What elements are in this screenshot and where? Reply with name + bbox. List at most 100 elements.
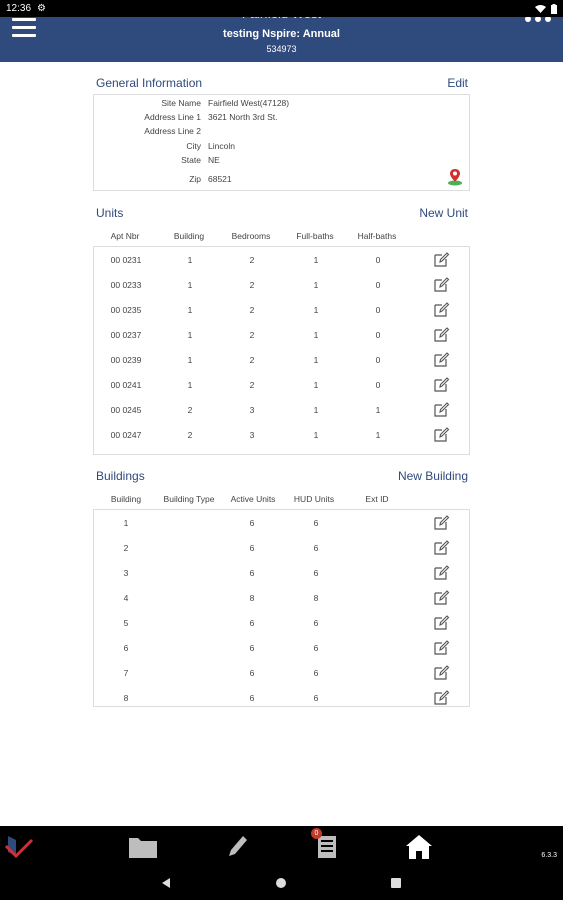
unit-cell: 2	[249, 305, 255, 315]
edit-building-icon[interactable]	[433, 564, 450, 581]
edit-building-icon[interactable]	[433, 589, 450, 606]
home-nav-icon[interactable]	[275, 877, 287, 889]
unit-cell: 00 0247	[110, 430, 142, 440]
building-row[interactable]: 5 6 6	[94, 610, 471, 635]
unit-row[interactable]: 00 0235 1 2 1 0	[94, 297, 469, 322]
building-cell: 6	[313, 693, 319, 703]
unit-cell: 1	[187, 330, 193, 340]
units-table[interactable]: 00 0231 1 2 1 0 00 0233 1 2 1 0 00 0235 1 2 1 0 00 0237…	[93, 246, 470, 455]
edit-unit-icon[interactable]	[433, 376, 450, 393]
building-cell: 1	[123, 518, 129, 528]
col-building-num: Building	[110, 494, 142, 504]
col-hud-units: HUD Units	[293, 494, 335, 504]
hamburger-menu-button[interactable]	[12, 18, 36, 38]
edit-unit-icon[interactable]	[433, 401, 450, 418]
status-time: 12:36	[6, 3, 32, 14]
new-unit-button[interactable]: New Unit	[419, 206, 468, 220]
system-status-bar: 12:36 ⚙	[0, 0, 563, 17]
map-pin-icon[interactable]	[447, 168, 463, 186]
general-info-header: General Information Edit	[96, 76, 468, 90]
unit-cell: 0	[375, 330, 381, 340]
info-row-address1: Address Line 1 3621 North 3rd St.	[144, 112, 278, 122]
unit-row[interactable]: 00 0233 1 2 1 0	[94, 272, 469, 297]
edit-building-icon[interactable]	[433, 514, 450, 531]
building-cell: 7	[123, 668, 129, 678]
building-cell: 6	[313, 618, 319, 628]
edit-unit-icon[interactable]	[433, 426, 450, 443]
edit-building-icon[interactable]	[433, 539, 450, 556]
unit-row[interactable]: 00 0231 1 2 1 0	[94, 247, 469, 272]
edit-unit-icon[interactable]	[433, 251, 450, 268]
pencil-icon[interactable]	[220, 832, 254, 860]
building-row[interactable]: 1 6 6	[94, 510, 471, 535]
building-row[interactable]: 3 6 6	[94, 560, 471, 585]
units-column-headers: Apt Nbr Building Bedrooms Full-baths Hal…	[93, 229, 470, 245]
unit-cell: 1	[187, 380, 193, 390]
edit-building-icon[interactable]	[433, 639, 450, 656]
building-cell: 6	[313, 568, 319, 578]
buildings-title: Buildings	[96, 469, 145, 483]
unit-row[interactable]: 00 0241 1 2 1 0	[94, 372, 469, 397]
building-row[interactable]: 6 6 6	[94, 635, 471, 660]
edit-unit-icon[interactable]	[433, 351, 450, 368]
edit-building-icon[interactable]	[433, 664, 450, 681]
back-icon[interactable]	[160, 877, 172, 889]
unit-cell: 00 0231	[110, 255, 142, 265]
edit-building-icon[interactable]	[433, 614, 450, 631]
unit-cell: 2	[249, 330, 255, 340]
wifi-icon	[535, 5, 546, 13]
unit-row[interactable]: 00 0239 1 2 1 0	[94, 347, 469, 372]
building-cell: 8	[313, 593, 319, 603]
new-building-button[interactable]: New Building	[398, 469, 468, 483]
col-full-baths: Full-baths	[296, 231, 334, 241]
unit-cell: 00 0241	[110, 380, 142, 390]
overflow-menu-button[interactable]	[525, 16, 553, 24]
unit-cell: 1	[187, 280, 193, 290]
building-cell: 6	[249, 693, 255, 703]
buildings-table[interactable]: 1 6 6 2 6 6 3 6 6 4 8 8 5 6 6 6 6 6 7 6 6 8 6 6	[93, 509, 470, 707]
unit-cell: 00 0233	[110, 280, 142, 290]
unit-cell: 00 0235	[110, 305, 142, 315]
edit-unit-icon[interactable]	[433, 276, 450, 293]
building-cell: 6	[249, 618, 255, 628]
building-row[interactable]: 7 6 6	[94, 660, 471, 685]
unit-row[interactable]: 00 0245 2 3 1 1	[94, 397, 469, 422]
logo-icon[interactable]	[2, 832, 36, 860]
bottom-app-bar: 6.3.3	[0, 826, 563, 866]
recents-icon[interactable]	[390, 877, 402, 889]
building-cell: 4	[123, 593, 129, 603]
unit-cell: 3	[249, 430, 255, 440]
settings-gear-icon: ⚙	[37, 3, 46, 14]
unit-row[interactable]: 00 0247 2 3 1 1	[94, 422, 469, 447]
building-row[interactable]: 2 6 6	[94, 535, 471, 560]
building-cell: 8	[249, 593, 255, 603]
edit-unit-icon[interactable]	[433, 301, 450, 318]
unit-row[interactable]: 00 0237 1 2 1 0	[94, 322, 469, 347]
unit-cell: 1	[375, 405, 381, 415]
edit-building-icon[interactable]	[433, 689, 450, 706]
col-half-baths: Half-baths	[357, 231, 397, 241]
unit-cell: 1	[187, 355, 193, 365]
building-row[interactable]: 8 6 6	[94, 685, 471, 710]
unit-cell: 1	[375, 430, 381, 440]
col-active-units: Active Units	[230, 494, 276, 504]
unit-cell: 00 0237	[110, 330, 142, 340]
unit-cell: 0	[375, 280, 381, 290]
building-cell: 6	[249, 518, 255, 528]
unit-cell: 00 0245	[110, 405, 142, 415]
home-icon[interactable]	[402, 832, 436, 860]
building-cell: 6	[313, 668, 319, 678]
info-row-city: City Lincoln	[186, 141, 235, 151]
edit-general-button[interactable]: Edit	[447, 76, 468, 90]
units-title: Units	[96, 206, 124, 220]
edit-unit-icon[interactable]	[433, 326, 450, 343]
info-row-state: State NE	[181, 155, 220, 165]
folder-icon[interactable]	[126, 832, 160, 860]
info-row-address2: Address Line 2	[144, 126, 201, 136]
building-cell: 6	[313, 543, 319, 553]
building-row[interactable]: 4 8 8	[94, 585, 471, 610]
building-cell: 6	[313, 643, 319, 653]
app-version: 6.3.3	[541, 852, 557, 859]
unit-cell: 0	[375, 355, 381, 365]
building-cell: 5	[123, 618, 129, 628]
